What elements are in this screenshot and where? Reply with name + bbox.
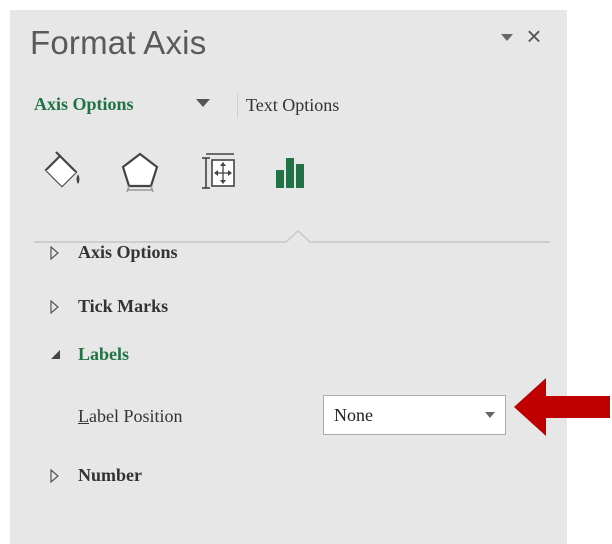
section-label: Axis Options (78, 242, 178, 262)
tab-text-options[interactable]: Text Options (246, 95, 339, 116)
size-properties-icon (202, 153, 235, 189)
close-icon: × (526, 21, 542, 51)
effects-pentagon-icon (121, 152, 159, 193)
expand-triangle-icon (50, 300, 59, 314)
pane-options-button[interactable] (500, 32, 514, 44)
fill-line-icon (44, 151, 80, 188)
axis-options-tab[interactable] (272, 148, 312, 196)
expand-triangle-icon (50, 246, 59, 260)
label-position-text: abel Position (89, 406, 183, 426)
annotation-arrow-icon (514, 378, 610, 436)
section-label: Tick Marks (78, 296, 169, 316)
section-label: Number (78, 465, 142, 485)
section-label: Labels (78, 344, 130, 364)
label-position-dropdown[interactable]: None (323, 395, 506, 435)
collapse-triangle-icon (51, 350, 60, 359)
caret-down-icon (501, 34, 513, 41)
pane-title: Format Axis (30, 24, 207, 61)
fill-line-tab[interactable] (40, 148, 84, 196)
label-position-accesskey: L (78, 406, 89, 426)
format-axis-pane: Format Axis × Axis Options Text Options (10, 10, 567, 544)
chevron-down-icon (485, 412, 495, 418)
expand-triangle-icon (50, 469, 59, 483)
dropdown-value: None (334, 405, 373, 425)
tab-dropdown-icon[interactable] (196, 99, 210, 108)
label-position-label: Label Position (78, 406, 183, 427)
effects-tab[interactable] (118, 148, 162, 196)
close-button[interactable]: × (522, 21, 546, 51)
axis-options-bar-chart-icon (276, 158, 304, 188)
tab-axis-options[interactable]: Axis Options (34, 94, 134, 115)
size-properties-tab[interactable] (198, 148, 238, 196)
tab-separator (237, 94, 238, 118)
